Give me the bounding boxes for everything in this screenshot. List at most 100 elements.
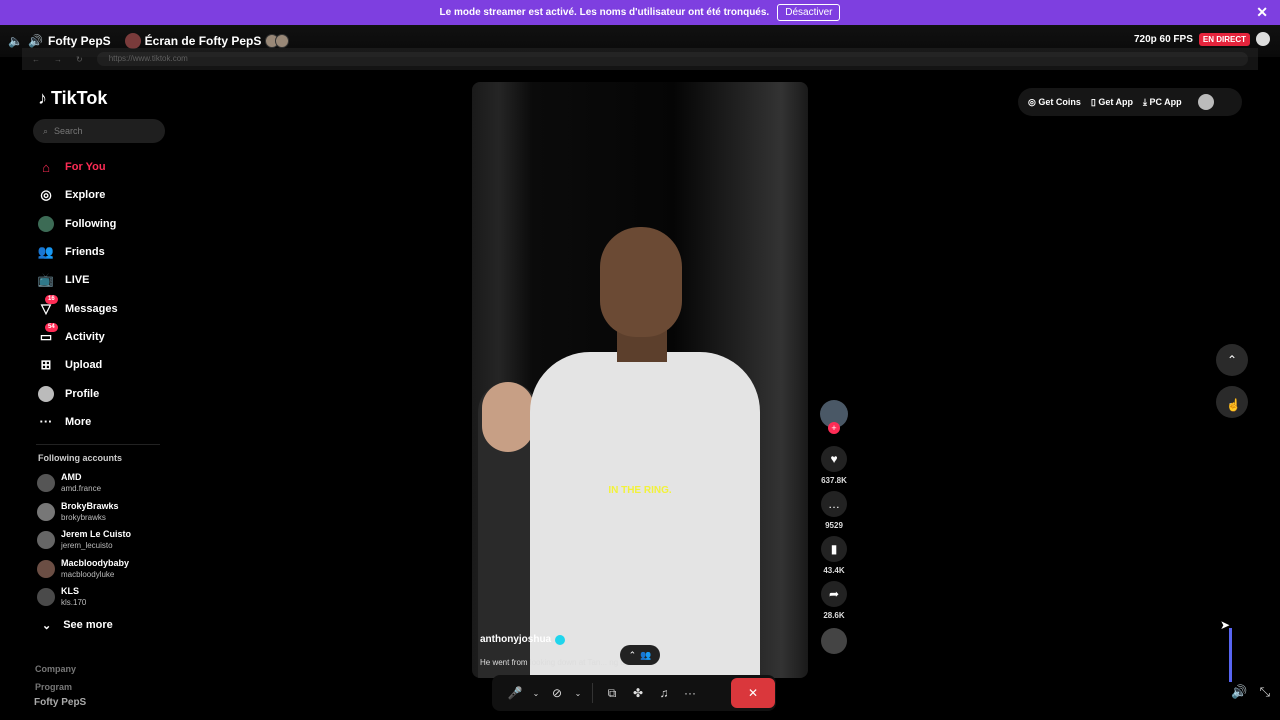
get-coins-button[interactable]: ◎ Get Coins xyxy=(1028,97,1081,108)
footer-link-company[interactable]: Company xyxy=(35,660,76,678)
author-name: anthonyjoshua xyxy=(480,634,552,645)
streamer-mode-banner: Le mode streamer est activé. Les noms d'… xyxy=(0,0,1280,25)
activities-icon[interactable]: ✤ xyxy=(625,680,651,706)
viewer-avatar xyxy=(275,34,290,48)
nav-label: Activity xyxy=(65,330,105,343)
nav-item-following[interactable]: Following xyxy=(30,210,170,238)
avatar xyxy=(37,502,55,521)
search-icon: ⌕ xyxy=(43,125,49,136)
account-name: AMD xyxy=(61,472,82,483)
bookmark-icon[interactable]: ▮ xyxy=(821,536,847,562)
banner-message: Le mode streamer est activé. Les noms d'… xyxy=(439,7,770,18)
volume-slider[interactable] xyxy=(1229,628,1232,682)
account-handle: kls.170 xyxy=(61,598,87,608)
nav-item-activity[interactable]: ▭ 54 Activity xyxy=(30,322,170,351)
reload-icon[interactable]: ↻ xyxy=(76,55,83,64)
account-item[interactable]: Macbloodybaby macbloodyluke xyxy=(30,554,170,583)
like-action[interactable]: ♥ 637.8K xyxy=(821,446,847,485)
disable-streamer-mode-button[interactable]: Désactiver xyxy=(777,4,841,21)
messages-badge: 16 xyxy=(45,294,58,304)
stream-user-name: Fofty PepS xyxy=(48,34,111,48)
soundboard-icon[interactable]: ♫ xyxy=(651,680,677,706)
camera-options-chevron-icon[interactable]: ⌄ xyxy=(570,680,586,706)
pc-app-button[interactable]: ⤓ PC App xyxy=(1143,97,1182,108)
video-author[interactable]: anthonyjoshua xyxy=(480,634,566,645)
more-options-icon[interactable]: ··· xyxy=(677,680,703,706)
address-bar[interactable]: https://www.tiktok.com xyxy=(96,52,1248,66)
nav-item-for-you[interactable]: ⌂ For You xyxy=(30,153,170,181)
account-name: Jerem Le Cuisto xyxy=(61,529,132,540)
footer-links: Company Program xyxy=(35,660,76,696)
close-icon[interactable]: ✕ xyxy=(1256,4,1268,21)
following-avatar-icon xyxy=(37,215,55,233)
nav-item-live[interactable]: 📺 LIVE xyxy=(30,266,170,294)
share-icon[interactable]: ➦ xyxy=(821,581,847,607)
get-app-button[interactable]: ▯ Get App xyxy=(1091,97,1133,108)
nav-label: Explore xyxy=(65,189,106,202)
screen-share-icon[interactable]: ⧉ xyxy=(599,680,625,706)
hand-cursor-icon: ☝ xyxy=(1226,398,1241,412)
nav-item-upload[interactable]: ⊞ Upload xyxy=(30,351,170,379)
stream-expand-toggle[interactable]: ⌃ 👥 xyxy=(620,645,660,665)
account-handle: amd.france xyxy=(61,484,102,494)
nav-label: More xyxy=(65,415,92,428)
save-action[interactable]: ▮ 43.4K xyxy=(821,536,847,575)
nav-label: For You xyxy=(65,161,106,174)
stream-screen-title: Écran de Fofty PepS xyxy=(144,34,262,48)
speaker-icon[interactable]: 🔈 xyxy=(8,34,23,48)
account-item[interactable]: BrokyBrawks brokybrawks xyxy=(30,497,170,526)
account-handle: brokybrawks xyxy=(61,512,106,522)
like-count: 637.8K xyxy=(821,476,847,485)
tiktok-logo[interactable]: ♪ TikTok xyxy=(38,88,170,109)
video-actions: + ♥ 637.8K … 9529 ▮ 43.4K ➦ 28.6K xyxy=(818,400,850,654)
nav-item-explore[interactable]: ◎ Explore xyxy=(30,181,170,209)
follow-plus-icon[interactable]: + xyxy=(828,422,840,434)
nav-item-more[interactable]: ··· More xyxy=(30,408,170,436)
previous-video-button[interactable]: ⌃ xyxy=(1216,344,1248,376)
nav-label: Profile xyxy=(65,387,100,400)
activity-badge: 54 xyxy=(45,322,58,332)
nav-item-friends[interactable]: 👥 Friends xyxy=(30,238,170,266)
heart-icon[interactable]: ♥ xyxy=(821,446,847,472)
music-disc-icon[interactable] xyxy=(821,628,847,654)
video-subject-head xyxy=(600,227,682,337)
exit-fullscreen-icon[interactable]: ⤡ xyxy=(1260,684,1270,700)
divider xyxy=(36,443,160,445)
volume-icon[interactable]: 🔊 xyxy=(1231,684,1247,700)
back-icon[interactable]: ← xyxy=(32,55,40,64)
avatar xyxy=(37,588,55,607)
account-item[interactable]: KLS kls.170 xyxy=(30,583,170,612)
account-handle: jerem_lecuisto xyxy=(61,541,113,551)
compass-icon: ◎ xyxy=(40,187,52,203)
see-more-button[interactable]: ⌄ See more xyxy=(30,611,170,639)
account-handle: macbloodyluke xyxy=(61,569,115,579)
video-player[interactable]: IN THE RING. anthonyjoshua He went from … xyxy=(472,82,808,678)
account-item[interactable]: AMD amd.france xyxy=(30,469,170,498)
chat-icon[interactable] xyxy=(1256,32,1270,46)
nav-label: Following xyxy=(65,217,117,230)
camera-off-icon[interactable]: ⊘ xyxy=(544,680,570,706)
comment-action[interactable]: … 9529 xyxy=(821,491,847,530)
profile-icon xyxy=(37,385,55,403)
user-avatar[interactable] xyxy=(1197,94,1214,110)
share-action[interactable]: ➦ 28.6K xyxy=(821,581,847,620)
disconnect-button[interactable]: ✕ xyxy=(731,678,775,708)
logo-text: TikTok xyxy=(51,88,108,108)
account-name: KLS xyxy=(61,586,79,597)
stream-quality: 720p 60 FPS xyxy=(1133,33,1193,45)
mic-options-chevron-icon[interactable]: ⌄ xyxy=(528,680,544,706)
mouse-cursor-icon: ➤ xyxy=(1220,618,1231,632)
comment-icon[interactable]: … xyxy=(821,491,847,517)
nav-item-profile[interactable]: Profile xyxy=(30,379,170,407)
tiktok-note-icon: ♪ xyxy=(38,88,47,108)
search-input[interactable]: ⌕ Search xyxy=(33,119,165,143)
nav-item-messages[interactable]: ▽ 16 Messages xyxy=(30,294,170,322)
volume-icon[interactable]: 🔊 xyxy=(28,34,43,48)
account-item[interactable]: Jerem Le Cuisto jerem_lecuisto xyxy=(30,526,170,555)
creator-avatar[interactable]: + xyxy=(820,400,848,434)
microphone-icon[interactable]: 🎤 xyxy=(502,680,528,706)
get-coins-label: Get Coins xyxy=(1038,96,1081,107)
participants-icon: 👥 xyxy=(640,649,652,660)
forward-icon[interactable]: → xyxy=(54,55,62,64)
verified-icon xyxy=(555,634,566,645)
